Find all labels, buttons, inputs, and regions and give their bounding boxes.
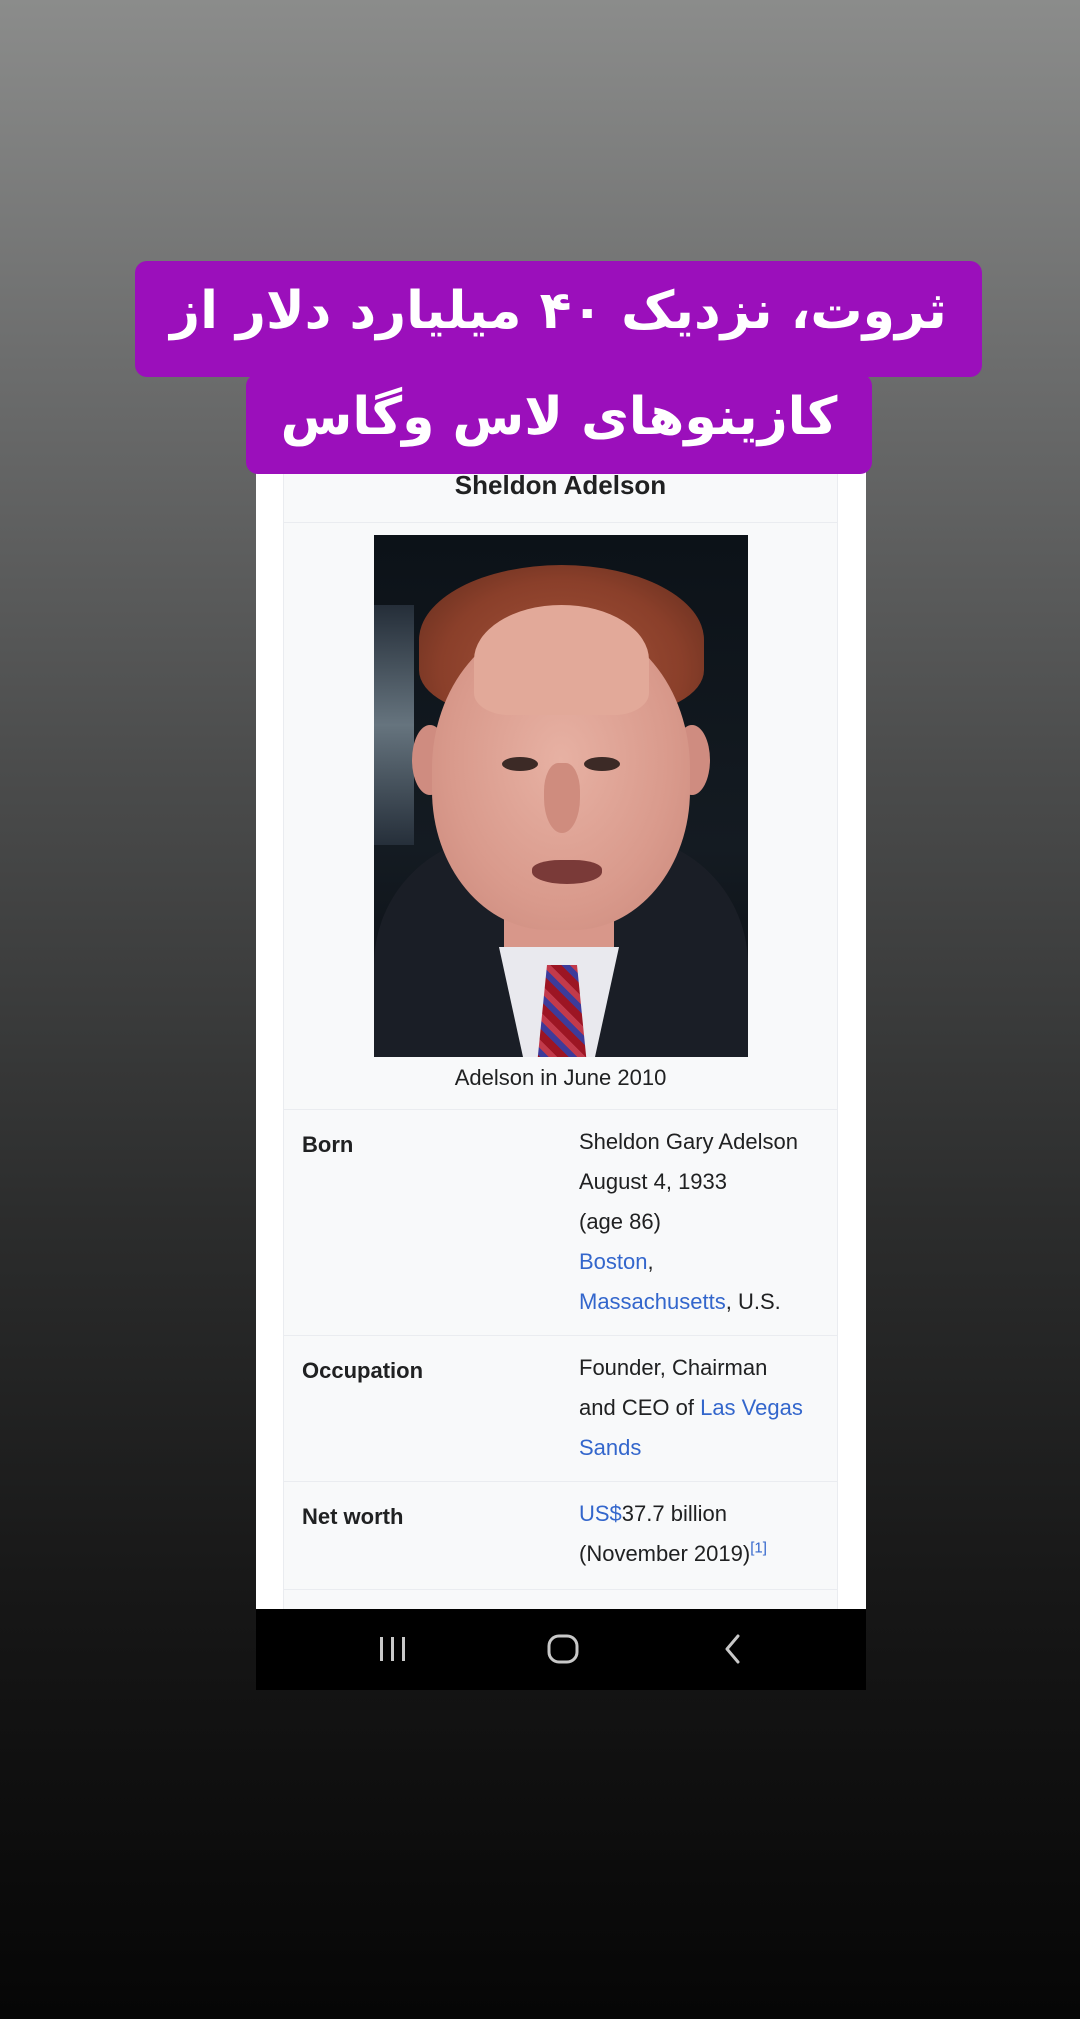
net-worth-date: (November 2019) <box>579 1541 751 1566</box>
divider <box>284 1335 837 1336</box>
born-name: Sheldon Gary Adelson <box>579 1129 798 1154</box>
born-age: (age 86) <box>579 1209 661 1234</box>
born-date: August 4, 1933 <box>579 1169 728 1194</box>
headline-line-2: کازینوهای لاس وگاس <box>246 374 872 474</box>
occupation-line2: and CEO of Las Vegas <box>579 1388 829 1428</box>
wikipedia-screenshot: Sheldon Adelson Adelson in June 2010 Bor… <box>256 440 866 1690</box>
recent-apps-button[interactable] <box>363 1619 423 1679</box>
currency-link[interactable]: US$ <box>579 1501 622 1526</box>
portrait-image[interactable] <box>374 535 748 1057</box>
headline-line-1: ثروت، نزدیک ۴۰ میلیارد دلار از <box>135 261 982 377</box>
home-button[interactable] <box>533 1619 593 1679</box>
place-separator: , <box>647 1249 654 1274</box>
occupation-line1: Founder, Chairman <box>579 1355 768 1380</box>
infobox-title: Sheldon Adelson <box>454 470 667 500</box>
occupation-line3: Sands <box>579 1428 829 1468</box>
navigation-bar <box>256 1609 866 1690</box>
home-icon <box>547 1634 579 1664</box>
divider <box>284 522 837 523</box>
net-worth-value: US$37.7 billion (November 2019)[1] <box>579 1494 829 1574</box>
occupation-label: Occupation <box>302 1358 424 1383</box>
nose <box>544 763 580 833</box>
image-caption: Adelson in June 2010 <box>454 1065 667 1090</box>
net-worth-date-line: (November 2019)[1] <box>579 1534 829 1574</box>
divider <box>284 1481 837 1482</box>
occupation-value: Founder, Chairman and CEO of Las Vegas S… <box>579 1348 829 1468</box>
recent-apps-icon <box>380 1637 405 1661</box>
place-suffix: , U.S. <box>725 1289 781 1314</box>
reference-link[interactable]: [1] <box>750 1540 767 1557</box>
massachusetts-link[interactable]: Massachusetts <box>579 1289 726 1314</box>
las-vegas-sands-link[interactable]: Las Vegas <box>700 1395 803 1420</box>
infobox: Sheldon Adelson Adelson in June 2010 Bor… <box>283 440 838 1610</box>
las-vegas-sands-link-cont[interactable]: Sands <box>579 1435 641 1460</box>
net-worth-label: Net worth <box>302 1504 404 1529</box>
background-light <box>374 605 414 845</box>
eye-right <box>584 757 620 771</box>
back-button[interactable] <box>703 1619 763 1679</box>
mouth <box>532 860 602 884</box>
eye-left <box>502 757 538 771</box>
net-worth-amount-line: US$37.7 billion <box>579 1494 829 1534</box>
born-place-line2: Massachusetts, U.S. <box>579 1282 829 1322</box>
born-place-line1: Boston, <box>579 1242 829 1282</box>
back-icon <box>725 1634 740 1664</box>
occupation-prefix: and CEO of <box>579 1395 701 1420</box>
divider <box>284 1589 837 1590</box>
born-value: Sheldon Gary Adelson August 4, 1933 (age… <box>579 1122 829 1322</box>
divider <box>284 1109 837 1110</box>
boston-link[interactable]: Boston <box>579 1249 648 1274</box>
forehead <box>474 605 649 715</box>
born-label: Born <box>302 1132 354 1157</box>
net-worth-amount: 37.7 billion <box>621 1501 727 1526</box>
